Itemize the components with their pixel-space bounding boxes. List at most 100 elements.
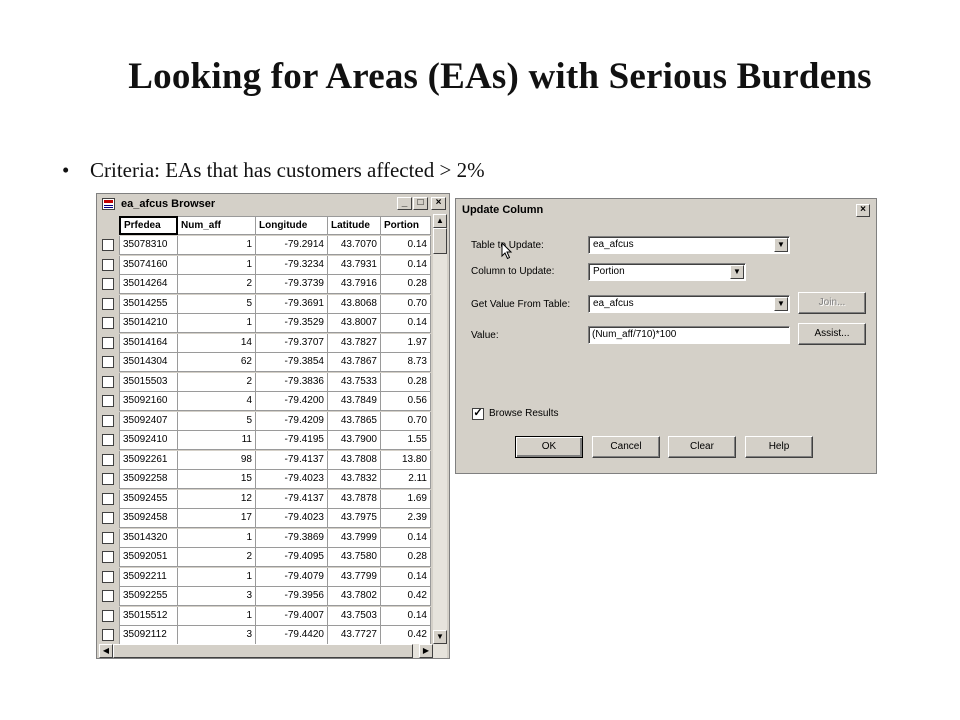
- row-select-checkbox[interactable]: [102, 239, 114, 251]
- cell-prfedea[interactable]: 35092407: [119, 411, 178, 431]
- row-select-checkbox[interactable]: [102, 375, 114, 388]
- cell-prfedea[interactable]: 35014264: [119, 275, 178, 294]
- cell-num-aff[interactable]: 15: [178, 470, 256, 489]
- cell-num-aff[interactable]: 11: [178, 431, 256, 450]
- column-to-update-select[interactable]: Portion ▼: [588, 263, 746, 281]
- cell-portion[interactable]: 1.69: [381, 489, 431, 509]
- cell-latitude[interactable]: 43.8068: [328, 294, 381, 314]
- table-row[interactable]: 35015512 1 -79.4007 43.7503 0.14: [99, 606, 433, 626]
- row-select-checkbox[interactable]: [102, 395, 114, 407]
- row-select-checkbox[interactable]: [102, 356, 114, 368]
- cell-num-aff[interactable]: 5: [178, 294, 256, 314]
- cell-num-aff[interactable]: 2: [178, 372, 256, 392]
- cell-prfedea[interactable]: 35014255: [119, 294, 178, 314]
- cell-longitude[interactable]: -79.4023: [256, 470, 328, 489]
- cell-portion[interactable]: 0.14: [381, 606, 431, 626]
- cell-portion[interactable]: 0.28: [381, 372, 431, 392]
- table-row[interactable]: 35092258 15 -79.4023 43.7832 2.11: [99, 470, 433, 489]
- cell-latitude[interactable]: 43.7832: [328, 470, 381, 489]
- row-select-checkbox[interactable]: [102, 453, 114, 466]
- cell-num-aff[interactable]: 3: [178, 626, 256, 644]
- cell-portion[interactable]: 0.70: [381, 294, 431, 314]
- cell-latitude[interactable]: 43.7503: [328, 606, 381, 626]
- row-select-checkbox[interactable]: [102, 278, 114, 290]
- cell-latitude[interactable]: 43.7070: [328, 236, 381, 255]
- row-select-checkbox[interactable]: [102, 512, 114, 524]
- cell-latitude[interactable]: 43.7827: [328, 333, 381, 353]
- cell-portion[interactable]: 13.80: [381, 450, 431, 470]
- chevron-down-icon[interactable]: ▼: [730, 265, 744, 279]
- cell-num-aff[interactable]: 4: [178, 392, 256, 411]
- table-row[interactable]: 35014164 14 -79.3707 43.7827 1.97: [99, 333, 433, 353]
- cell-portion[interactable]: 0.14: [381, 314, 431, 333]
- cell-longitude[interactable]: -79.4137: [256, 489, 328, 509]
- cell-latitude[interactable]: 43.7580: [328, 548, 381, 567]
- table-row[interactable]: 35092112 3 -79.4420 43.7727 0.42: [99, 626, 433, 644]
- cell-portion[interactable]: 0.28: [381, 548, 431, 567]
- row-select-checkbox[interactable]: [102, 258, 114, 271]
- cell-prfedea[interactable]: 35015512: [119, 606, 178, 626]
- cell-prfedea[interactable]: 35092160: [119, 392, 178, 411]
- cell-portion[interactable]: 2.11: [381, 470, 431, 489]
- cell-longitude[interactable]: -79.4023: [256, 509, 328, 528]
- cell-longitude[interactable]: -79.3869: [256, 528, 328, 548]
- cell-portion[interactable]: 0.70: [381, 411, 431, 431]
- table-row[interactable]: 35078310 1 -79.2914 43.7070 0.14: [99, 236, 433, 255]
- cell-latitude[interactable]: 43.7900: [328, 431, 381, 450]
- cell-portion[interactable]: 8.73: [381, 353, 431, 372]
- get-value-from-table-select[interactable]: ea_afcus ▼: [588, 295, 790, 313]
- cell-longitude[interactable]: -79.3691: [256, 294, 328, 314]
- cell-num-aff[interactable]: 1: [178, 528, 256, 548]
- cell-longitude[interactable]: -79.3707: [256, 333, 328, 353]
- table-row[interactable]: 35092458 17 -79.4023 43.7975 2.39: [99, 509, 433, 528]
- cell-longitude[interactable]: -79.4209: [256, 411, 328, 431]
- cell-latitude[interactable]: 43.7802: [328, 587, 381, 606]
- row-select-checkbox[interactable]: [102, 590, 114, 602]
- cell-latitude[interactable]: 43.8007: [328, 314, 381, 333]
- cell-portion[interactable]: 1.97: [381, 333, 431, 353]
- cell-num-aff[interactable]: 2: [178, 275, 256, 294]
- cell-num-aff[interactable]: 1: [178, 255, 256, 275]
- cell-latitude[interactable]: 43.7849: [328, 392, 381, 411]
- cell-portion[interactable]: 0.14: [381, 567, 431, 587]
- cell-num-aff[interactable]: 1: [178, 236, 256, 255]
- row-select-checkbox[interactable]: [102, 609, 114, 622]
- row-select-checkbox[interactable]: [102, 434, 114, 446]
- cell-portion[interactable]: 0.14: [381, 255, 431, 275]
- column-header-portion[interactable]: Portion: [381, 216, 431, 235]
- dialog-close-button[interactable]: ×: [856, 204, 870, 217]
- table-row[interactable]: 35014264 2 -79.3739 43.7916 0.28: [99, 275, 433, 294]
- column-header-latitude[interactable]: Latitude: [328, 216, 381, 235]
- table-row[interactable]: 35092255 3 -79.3956 43.7802 0.42: [99, 587, 433, 606]
- cell-prfedea[interactable]: 35078310: [119, 236, 178, 255]
- table-row[interactable]: 35014304 62 -79.3854 43.7867 8.73: [99, 353, 433, 372]
- cell-portion[interactable]: 0.14: [381, 236, 431, 255]
- row-select-checkbox[interactable]: [102, 629, 114, 641]
- cell-latitude[interactable]: 43.7799: [328, 567, 381, 587]
- cell-longitude[interactable]: -79.3836: [256, 372, 328, 392]
- cell-latitude[interactable]: 43.7916: [328, 275, 381, 294]
- browser-titlebar[interactable]: ea_afcus Browser _ □ ×: [99, 196, 447, 213]
- cell-prfedea[interactable]: 35092112: [119, 626, 178, 644]
- cell-prfedea[interactable]: 35092211: [119, 567, 178, 587]
- table-row[interactable]: 35014210 1 -79.3529 43.8007 0.14: [99, 314, 433, 333]
- vertical-scroll-thumb[interactable]: [433, 228, 447, 254]
- cell-num-aff[interactable]: 17: [178, 509, 256, 528]
- cell-prfedea[interactable]: 35015503: [119, 372, 178, 392]
- chevron-down-icon[interactable]: ▼: [774, 297, 788, 311]
- row-select-checkbox[interactable]: [102, 551, 114, 563]
- row-select-checkbox[interactable]: [102, 531, 114, 544]
- cell-num-aff[interactable]: 1: [178, 567, 256, 587]
- browse-results-checkbox[interactable]: ✓: [472, 408, 484, 420]
- cell-portion[interactable]: 0.42: [381, 626, 431, 644]
- value-expression-input[interactable]: (Num_aff/710)*100: [588, 326, 790, 344]
- scroll-left-button[interactable]: ◀: [99, 644, 113, 658]
- row-select-checkbox[interactable]: [102, 317, 114, 329]
- column-header-prfedea[interactable]: Prfedea: [119, 216, 178, 235]
- cell-num-aff[interactable]: 98: [178, 450, 256, 470]
- cell-latitude[interactable]: 43.7865: [328, 411, 381, 431]
- cell-num-aff[interactable]: 2: [178, 548, 256, 567]
- row-select-checkbox[interactable]: [102, 414, 114, 427]
- ok-button[interactable]: OK: [515, 436, 583, 458]
- cell-num-aff[interactable]: 62: [178, 353, 256, 372]
